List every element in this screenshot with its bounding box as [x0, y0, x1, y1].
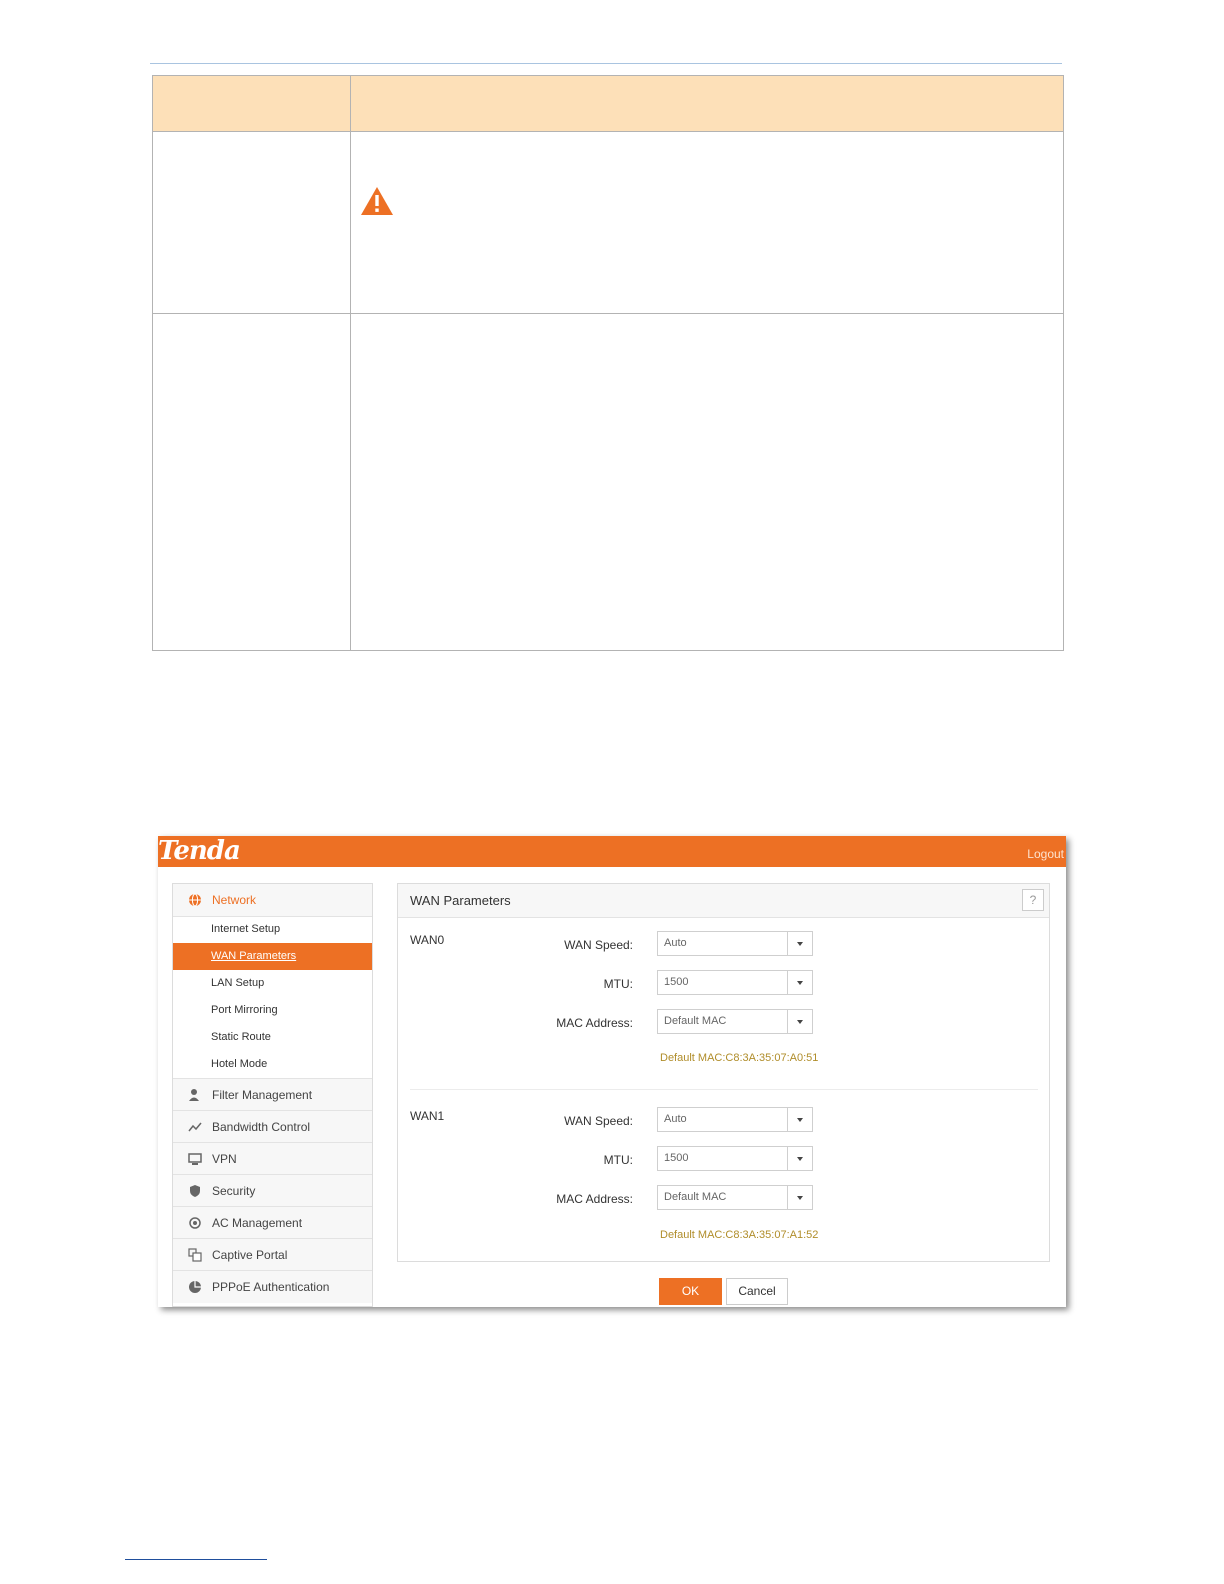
sidebar-item-security[interactable]: Security	[173, 1174, 372, 1207]
wan1-mtu-label: MTU:	[603, 1153, 633, 1167]
router-ui-screenshot: Tenda Logout Network Internet Setup WAN …	[158, 836, 1066, 1307]
select-value: Auto	[664, 937, 687, 949]
chevron-down-icon	[787, 932, 812, 955]
doc-table	[152, 75, 1064, 651]
sidebar-item-lan-setup[interactable]: LAN Setup	[173, 970, 372, 997]
pppoe-icon	[189, 1281, 201, 1293]
select-value: Auto	[664, 1113, 687, 1125]
captive-portal-icon	[188, 1248, 202, 1262]
sidebar-item-bandwidth-control[interactable]: Bandwidth Control	[173, 1110, 372, 1143]
sidebar-item-label: PPPoE Authentication	[212, 1280, 330, 1294]
sidebar-item-label: WAN Parameters	[211, 950, 297, 962]
sidebar-item-label: Static Route	[211, 1031, 271, 1043]
select-value: 1500	[664, 1152, 689, 1164]
wan0-mtu-select[interactable]: 1500	[657, 970, 813, 995]
section-divider	[410, 1089, 1038, 1090]
sidebar-item-label: Security	[212, 1184, 256, 1198]
wan0-speed-label: WAN Speed:	[564, 938, 633, 952]
panel-header: WAN Parameters ?	[398, 884, 1049, 918]
page-header-rule	[150, 63, 1062, 64]
security-icon	[190, 1185, 200, 1197]
sidebar-item-port-mirroring[interactable]: Port Mirroring	[173, 997, 372, 1024]
sidebar-item-label: VPN	[212, 1152, 237, 1166]
globe-icon	[189, 893, 201, 907]
warning-icon	[361, 187, 393, 215]
wan0-mac-select[interactable]: Default MAC	[657, 1009, 813, 1034]
chevron-down-icon	[787, 1108, 812, 1131]
sidebar-item-label: Captive Portal	[212, 1248, 288, 1262]
table-row-divider	[153, 313, 1063, 314]
vpn-icon	[188, 1153, 202, 1165]
table-header-row	[153, 76, 1063, 132]
sidebar-item-vpn[interactable]: VPN	[173, 1142, 372, 1175]
top-bar: Tenda Logout	[158, 836, 1066, 867]
sidebar-item-label: Bandwidth Control	[212, 1120, 311, 1134]
sidebar-item-label: Port Mirroring	[211, 1004, 278, 1016]
sidebar-item-label: Hotel Mode	[211, 1058, 268, 1070]
filter-icon	[189, 1089, 199, 1101]
sidebar-item-wan-parameters[interactable]: WAN Parameters	[173, 943, 372, 970]
panel-title: WAN Parameters	[410, 893, 511, 908]
wan1-default-mac-note: Default MAC:C8:3A:35:07:A1:52	[660, 1229, 819, 1241]
tenda-logo: Tenda	[158, 836, 241, 866]
sidebar-item-label: AC Management	[212, 1216, 303, 1230]
wan1-mtu-select[interactable]: 1500	[657, 1146, 813, 1171]
cancel-button[interactable]: Cancel	[726, 1278, 788, 1305]
sidebar-item-static-route[interactable]: Static Route	[173, 1024, 372, 1051]
logout-link[interactable]: Logout	[1027, 847, 1064, 861]
help-button[interactable]: ?	[1022, 889, 1044, 911]
wan1-label: WAN1	[410, 1109, 445, 1123]
ac-management-icon	[189, 1217, 201, 1229]
wan1-mac-label: MAC Address:	[556, 1192, 633, 1206]
chevron-down-icon	[787, 1147, 812, 1170]
sidebar-item-label: Filter Management	[212, 1088, 313, 1102]
wan1-speed-select[interactable]: Auto	[657, 1107, 813, 1132]
wan0-default-mac-note: Default MAC:C8:3A:35:07:A0:51	[660, 1052, 819, 1064]
sidebar-item-ac-management[interactable]: AC Management	[173, 1206, 372, 1239]
sidebar-section-label: Network	[212, 893, 257, 907]
wan1-speed-label: WAN Speed:	[564, 1114, 633, 1128]
sidebar-item-label: Internet Setup	[211, 923, 281, 935]
select-value: Default MAC	[664, 1015, 727, 1027]
select-value: 1500	[664, 976, 689, 988]
wan0-mtu-label: MTU:	[603, 977, 633, 991]
sidebar-item-hotel-mode[interactable]: Hotel Mode	[173, 1051, 372, 1078]
table-column-divider	[350, 76, 351, 650]
footer-link-underline[interactable]	[125, 1559, 267, 1560]
wan0-mac-label: MAC Address:	[556, 1016, 633, 1030]
select-value: Default MAC	[664, 1191, 727, 1203]
wan0-label: WAN0	[410, 933, 445, 947]
chevron-down-icon	[787, 1186, 812, 1209]
ok-button[interactable]: OK	[659, 1278, 722, 1305]
chevron-down-icon	[787, 971, 812, 994]
sidebar: Network Internet Setup WAN Parameters LA…	[172, 883, 373, 1307]
chevron-down-icon	[787, 1010, 812, 1033]
sidebar-item-label: LAN Setup	[211, 977, 265, 989]
bandwidth-icon	[188, 1122, 202, 1132]
sidebar-section-network[interactable]: Network	[173, 884, 372, 917]
sidebar-item-internet-setup[interactable]: Internet Setup	[173, 916, 372, 943]
wan-parameters-panel: WAN Parameters ? WAN0 WAN Speed: Auto MT…	[397, 883, 1050, 1262]
sidebar-item-filter-management[interactable]: Filter Management	[173, 1078, 372, 1111]
sidebar-item-captive-portal[interactable]: Captive Portal	[173, 1238, 372, 1271]
sidebar-item-pppoe-authentication[interactable]: PPPoE Authentication	[173, 1270, 372, 1303]
wan1-mac-select[interactable]: Default MAC	[657, 1185, 813, 1210]
wan0-speed-select[interactable]: Auto	[657, 931, 813, 956]
